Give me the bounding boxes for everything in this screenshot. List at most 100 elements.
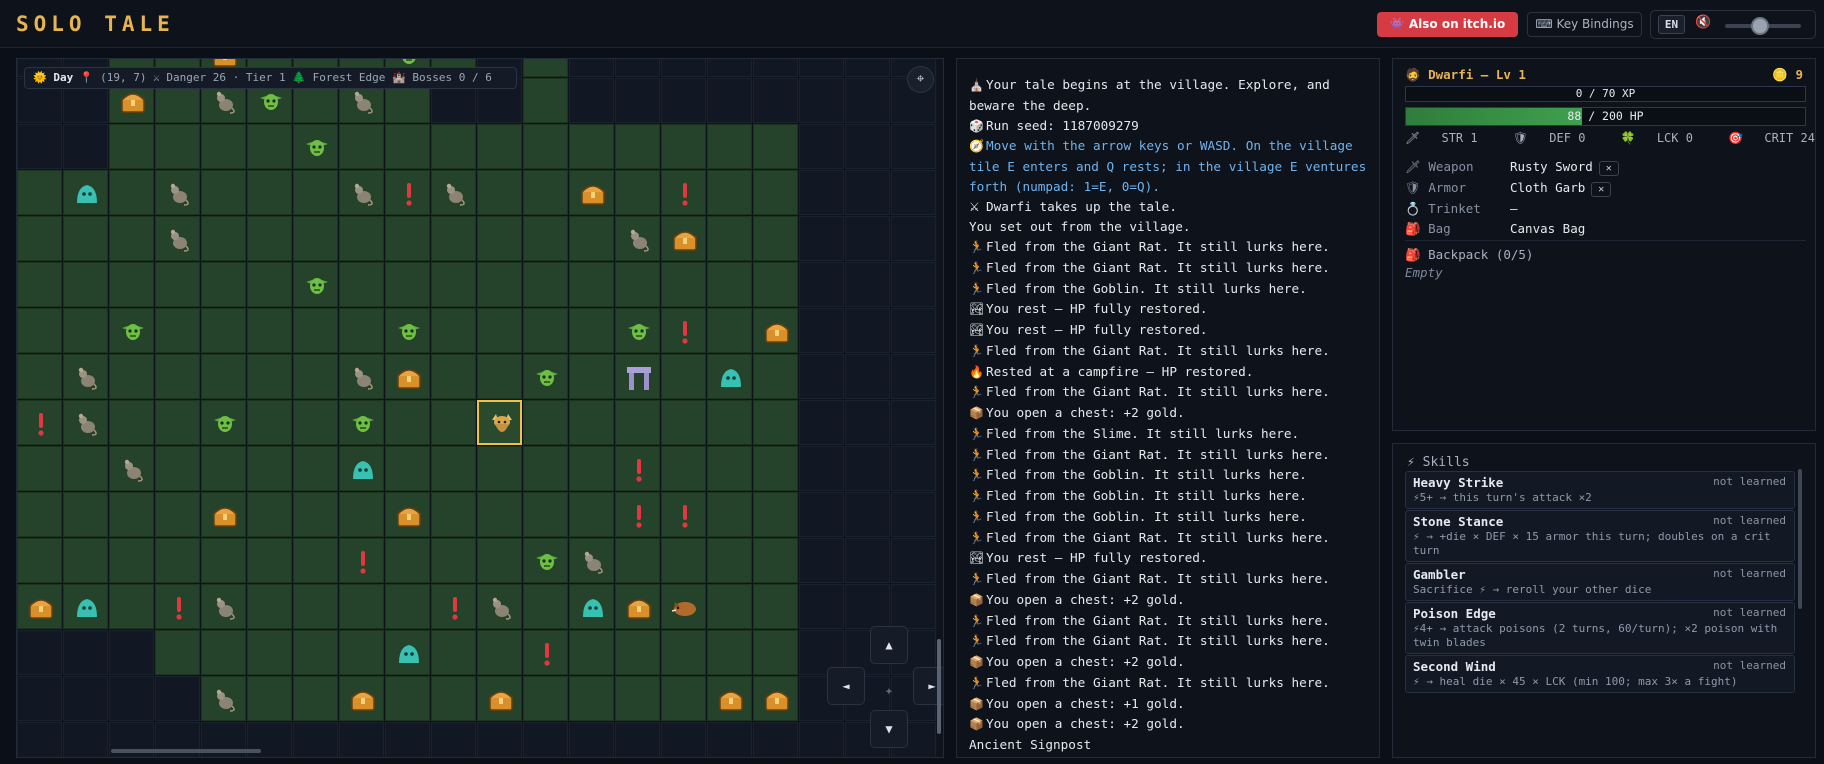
fog-tile[interactable]	[799, 584, 844, 629]
grass-tile[interactable]	[63, 538, 108, 583]
grass-tile[interactable]	[293, 216, 338, 261]
grass-tile[interactable]	[201, 492, 246, 537]
grass-tile[interactable]	[569, 308, 614, 353]
grass-tile[interactable]	[523, 170, 568, 215]
map-vertical-scrollbar[interactable]	[937, 639, 941, 734]
grass-tile[interactable]	[109, 492, 154, 537]
grass-tile[interactable]	[477, 630, 522, 675]
grass-tile[interactable]	[247, 446, 292, 491]
fog-tile[interactable]	[845, 400, 890, 445]
fog-tile[interactable]	[569, 78, 614, 123]
grass-tile[interactable]	[477, 446, 522, 491]
fog-tile[interactable]	[799, 124, 844, 169]
fog-tile[interactable]	[891, 124, 936, 169]
fog-tile[interactable]	[845, 78, 890, 123]
grass-tile[interactable]	[661, 308, 706, 353]
grass-tile[interactable]	[17, 446, 62, 491]
grass-tile[interactable]	[155, 400, 200, 445]
grass-tile[interactable]	[385, 354, 430, 399]
unequip-armor-button[interactable]: ✕	[1591, 182, 1612, 197]
fog-tile[interactable]	[569, 59, 614, 77]
grass-tile[interactable]	[431, 170, 476, 215]
fog-tile[interactable]	[799, 538, 844, 583]
grass-tile[interactable]	[431, 124, 476, 169]
grass-tile[interactable]	[523, 538, 568, 583]
grass-tile[interactable]	[523, 630, 568, 675]
grass-tile[interactable]	[523, 492, 568, 537]
fog-tile[interactable]	[799, 262, 844, 307]
fog-tile[interactable]	[63, 722, 108, 757]
grass-tile[interactable]	[63, 170, 108, 215]
fog-tile[interactable]	[799, 308, 844, 353]
grass-tile[interactable]	[661, 584, 706, 629]
grass-tile[interactable]	[247, 216, 292, 261]
grass-tile[interactable]	[615, 354, 660, 399]
grass-tile[interactable]	[523, 446, 568, 491]
grass-tile[interactable]	[155, 492, 200, 537]
grass-tile[interactable]	[293, 124, 338, 169]
fog-tile[interactable]	[753, 59, 798, 77]
grass-tile[interactable]	[293, 170, 338, 215]
language-button[interactable]: EN	[1658, 15, 1685, 34]
map-horizontal-scrollbar[interactable]	[111, 749, 261, 753]
grass-tile[interactable]	[155, 308, 200, 353]
fog-tile[interactable]	[845, 124, 890, 169]
grass-tile[interactable]	[753, 124, 798, 169]
fog-tile[interactable]	[753, 78, 798, 123]
grass-tile[interactable]	[63, 216, 108, 261]
grass-tile[interactable]	[17, 400, 62, 445]
grass-tile[interactable]	[477, 308, 522, 353]
grass-tile[interactable]	[155, 216, 200, 261]
move-down-button[interactable]: ▼	[870, 710, 908, 748]
grass-tile[interactable]	[339, 170, 384, 215]
grass-tile[interactable]	[477, 492, 522, 537]
grass-tile[interactable]	[431, 676, 476, 721]
grass-tile[interactable]	[661, 354, 706, 399]
grass-tile[interactable]	[385, 124, 430, 169]
grass-tile[interactable]	[569, 124, 614, 169]
grass-tile[interactable]	[17, 216, 62, 261]
grass-tile[interactable]	[753, 308, 798, 353]
grass-tile[interactable]	[523, 354, 568, 399]
grass-tile[interactable]	[201, 446, 246, 491]
grass-tile[interactable]	[569, 170, 614, 215]
fog-tile[interactable]	[845, 59, 890, 77]
grass-tile[interactable]	[63, 400, 108, 445]
grass-tile[interactable]	[293, 492, 338, 537]
grass-tile[interactable]	[247, 354, 292, 399]
grass-tile[interactable]	[293, 630, 338, 675]
grass-tile[interactable]	[707, 124, 752, 169]
grass-tile[interactable]	[17, 584, 62, 629]
grass-tile[interactable]	[431, 584, 476, 629]
grass-tile[interactable]	[385, 492, 430, 537]
grass-tile[interactable]	[661, 262, 706, 307]
fog-tile[interactable]	[845, 170, 890, 215]
grass-tile[interactable]	[63, 492, 108, 537]
grass-tile[interactable]	[293, 308, 338, 353]
grass-tile[interactable]	[293, 354, 338, 399]
fog-tile[interactable]	[845, 492, 890, 537]
grass-tile[interactable]	[431, 400, 476, 445]
fog-tile[interactable]	[799, 354, 844, 399]
grass-tile[interactable]	[385, 400, 430, 445]
grass-tile[interactable]	[109, 262, 154, 307]
grass-tile[interactable]	[523, 216, 568, 261]
move-left-button[interactable]: ◄	[827, 667, 865, 705]
fog-tile[interactable]	[477, 722, 522, 757]
fog-tile[interactable]	[63, 630, 108, 675]
grass-tile[interactable]	[109, 446, 154, 491]
fog-tile[interactable]	[109, 630, 154, 675]
fog-tile[interactable]	[615, 59, 660, 77]
fog-tile[interactable]	[845, 446, 890, 491]
grass-tile[interactable]	[431, 216, 476, 261]
grass-tile[interactable]	[63, 354, 108, 399]
fog-tile[interactable]	[661, 78, 706, 123]
locate-player-button[interactable]: ⌖	[907, 66, 934, 93]
grass-tile[interactable]	[523, 676, 568, 721]
grass-tile[interactable]	[523, 400, 568, 445]
grass-tile[interactable]	[109, 400, 154, 445]
grass-tile[interactable]	[477, 170, 522, 215]
grass-tile[interactable]	[201, 676, 246, 721]
fog-tile[interactable]	[753, 722, 798, 757]
fog-tile[interactable]	[569, 722, 614, 757]
